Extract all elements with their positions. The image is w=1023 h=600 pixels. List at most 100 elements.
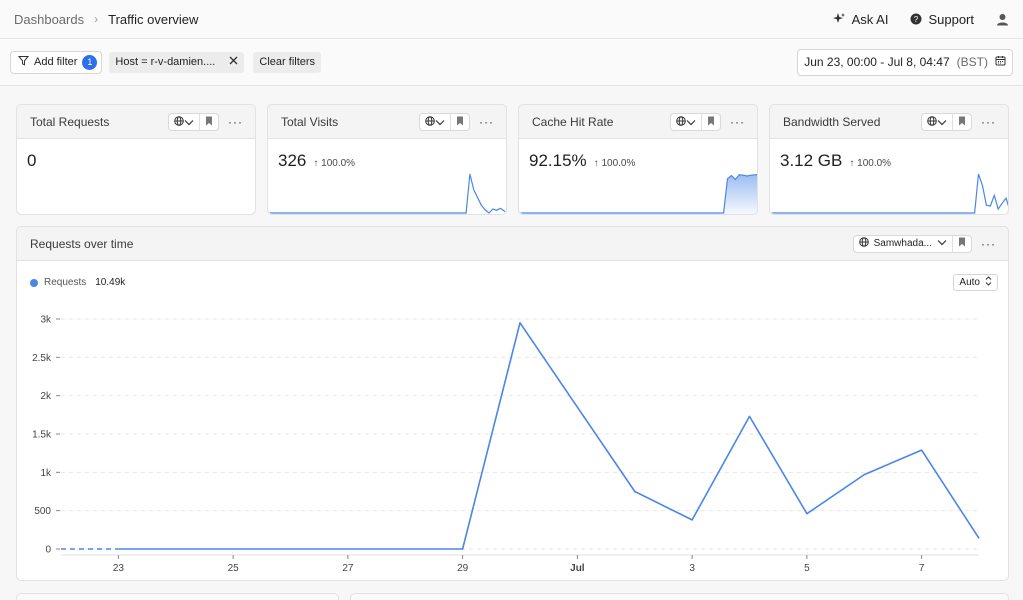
clear-filters-button[interactable]: Clear filters xyxy=(253,51,322,73)
sparkline xyxy=(268,173,506,214)
kpi-title: Total Visits xyxy=(281,114,339,129)
top-actions: Ask AI ? Support xyxy=(832,12,1009,27)
bookmark-icon xyxy=(456,114,464,129)
y-tick-label: 1k xyxy=(40,468,52,479)
filter-funnel-icon xyxy=(17,55,30,69)
kpi-body: 326 ↑ 100.0% xyxy=(268,138,506,214)
chevron-down-icon xyxy=(435,114,445,129)
y-tick-label: 1.5k xyxy=(32,430,52,441)
globe-icon xyxy=(927,114,937,129)
kpi-title: Cache Hit Rate xyxy=(532,114,614,129)
globe-dropdown-button[interactable] xyxy=(420,114,450,130)
host-picker-label: Samwhada... xyxy=(873,238,932,249)
chart-card-title: Requests over time xyxy=(30,236,134,251)
globe-dropdown-button[interactable] xyxy=(671,114,701,130)
more-options-button[interactable]: ··· xyxy=(479,115,494,129)
sparkline-path xyxy=(770,173,1008,214)
y-tick-label: 2k xyxy=(40,391,52,402)
sparkle-icon xyxy=(832,12,846,26)
bookmark-button[interactable] xyxy=(952,235,971,252)
kpi-title: Bandwidth Served xyxy=(783,114,881,129)
add-filter-button[interactable]: Add filter 1 xyxy=(10,50,103,74)
kpi-card-cache-hit-rate: Cache Hit Rate ··· 92.15% ↑ 100.0% xyxy=(518,104,758,215)
bookmark-icon xyxy=(958,114,966,129)
bottom-card-right xyxy=(350,593,1009,600)
y-tick-label: 2.5k xyxy=(32,353,52,364)
bookmark-icon xyxy=(205,114,213,129)
kpi-body: 3.12 GB ↑ 100.0% xyxy=(770,138,1008,214)
breadcrumb-dashboards[interactable]: Dashboards xyxy=(14,12,84,27)
top-bar: Dashboards › Traffic overview Ask AI ? S… xyxy=(0,0,1023,39)
more-options-button[interactable]: ··· xyxy=(730,115,745,129)
ask-ai-label: Ask AI xyxy=(851,11,889,27)
filter-count-badge: 1 xyxy=(82,54,98,70)
kpi-body: 0 xyxy=(17,138,255,214)
kpi-body: 92.15% ↑ 100.0% xyxy=(519,138,757,214)
kpi-card-total-visits: Total Visits ··· 326 ↑ 100.0% xyxy=(267,104,507,215)
sparkline-area xyxy=(519,174,757,214)
requests-line-chart: 0 500 1k 1.5k 2k 2.5k 3k 23 25 27 29 Jul 3 5 7 xyxy=(32,315,980,574)
x-tick-label: 23 xyxy=(113,563,125,574)
calendar-icon xyxy=(995,55,1006,69)
date-range-picker[interactable]: Jun 23, 00:00 - Jul 8, 04:47 (BST) xyxy=(797,48,1013,76)
y-tick-label: 0 xyxy=(45,545,51,556)
bookmark-button[interactable] xyxy=(952,113,971,130)
x-tick-label: 3 xyxy=(689,563,695,574)
add-filter-label: Add filter xyxy=(34,56,78,68)
sparkline xyxy=(770,173,1008,214)
globe-dropdown-button[interactable] xyxy=(169,114,199,130)
bottom-card-left xyxy=(16,593,339,600)
globe-dropdown-button[interactable] xyxy=(922,114,952,130)
svg-text:?: ? xyxy=(914,15,919,24)
x-tick-label: 27 xyxy=(342,563,354,574)
more-options-button[interactable]: ··· xyxy=(981,237,996,251)
breadcrumb-current: Traffic overview xyxy=(108,11,199,27)
ask-ai-button[interactable]: Ask AI xyxy=(832,11,889,27)
chevron-down-icon xyxy=(686,114,696,129)
chevron-down-icon xyxy=(184,114,194,129)
globe-icon xyxy=(858,237,869,250)
user-menu-button[interactable] xyxy=(996,13,1009,26)
user-icon xyxy=(996,13,1009,26)
support-button[interactable]: ? Support xyxy=(910,12,974,27)
x-tick-label: Jul xyxy=(570,563,585,574)
requests-over-time-card: Requests over time Samwhada... ··· Reque… xyxy=(16,226,1009,581)
filter-bar: Add filter 1 Host = r-v-damien.... Clear… xyxy=(0,39,1023,86)
kpi-title: Total Requests xyxy=(30,114,110,129)
bookmark-button[interactable] xyxy=(450,113,469,130)
x-tick-label: 25 xyxy=(228,563,240,574)
sparkline-path xyxy=(519,174,757,214)
host-picker-dropdown[interactable]: Samwhada... xyxy=(854,236,952,252)
y-tick-label: 500 xyxy=(34,506,51,517)
kpi-card-bandwidth-served: Bandwidth Served ··· 3.12 GB ↑ 100.0% xyxy=(769,104,1009,215)
support-label: Support xyxy=(928,11,974,27)
bookmark-button[interactable] xyxy=(199,113,218,130)
close-icon[interactable] xyxy=(229,56,238,68)
bookmark-icon xyxy=(707,114,715,129)
chevron-down-icon xyxy=(937,114,947,129)
host-filter-chip[interactable]: Host = r-v-damien.... xyxy=(109,51,245,73)
bookmark-icon xyxy=(958,237,966,250)
sparkline xyxy=(519,174,757,214)
host-filter-text: Host = r-v-damien.... xyxy=(115,56,216,68)
kpi-card-total-requests: Total Requests ··· 0 xyxy=(16,104,256,215)
y-tick-label: 3k xyxy=(40,315,52,326)
more-options-button[interactable]: ··· xyxy=(228,115,243,129)
sparkline-path xyxy=(268,173,506,214)
chevron-down-icon xyxy=(937,238,947,249)
date-range-text: Jun 23, 00:00 - Jul 8, 04:47 xyxy=(804,55,950,69)
help-circle-icon: ? xyxy=(910,13,922,25)
bookmark-button[interactable] xyxy=(701,113,720,130)
x-tick-label: 29 xyxy=(457,563,469,574)
globe-icon xyxy=(174,114,184,129)
timezone-label: (BST) xyxy=(956,55,988,69)
kpi-value: 0 xyxy=(27,151,37,170)
x-tick-label: 5 xyxy=(804,563,810,574)
series-line-requests xyxy=(118,322,980,550)
chart-body: Requests 10.49k Auto 0 500 1k 1.5k 2k 2.5k 3k 2… xyxy=(17,260,1008,580)
more-options-button[interactable]: ··· xyxy=(981,115,996,129)
globe-icon xyxy=(676,114,686,129)
globe-icon xyxy=(425,114,435,129)
breadcrumb-chevron-icon: › xyxy=(94,12,99,26)
x-tick-label: 7 xyxy=(919,563,925,574)
